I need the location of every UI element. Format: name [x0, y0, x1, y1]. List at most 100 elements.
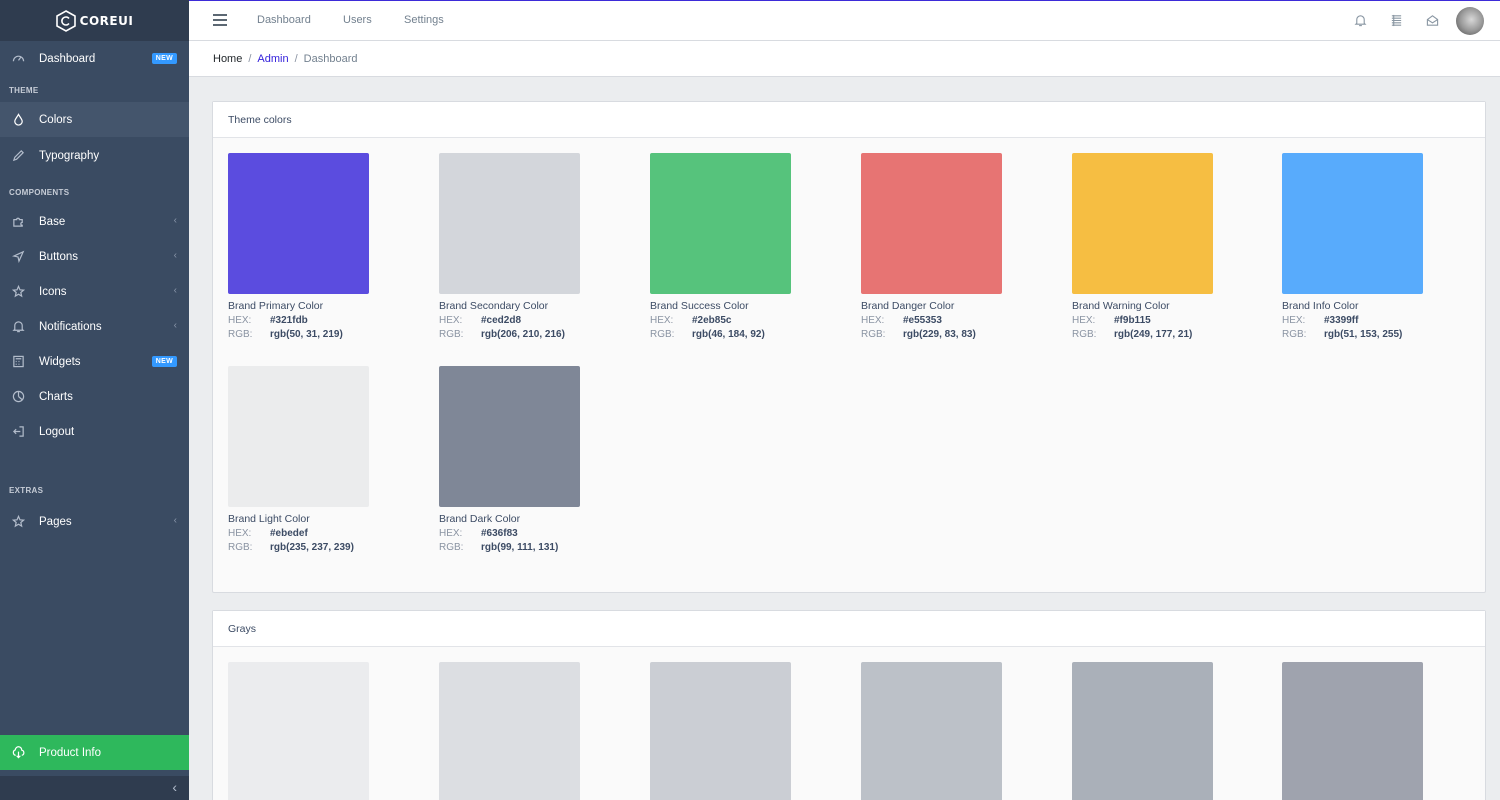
card-title-grays: Grays — [213, 611, 1485, 647]
star-icon — [11, 515, 25, 529]
sidebar-item-label: Pages — [39, 515, 72, 528]
chevron-left-icon: ‹ — [173, 250, 177, 261]
top-header: Dashboard Users Settings — [189, 0, 1500, 41]
sidebar-item-label: Charts — [39, 390, 73, 403]
header-link-settings[interactable]: Settings — [404, 14, 444, 26]
swatch-hex-row: HEX: #ced2d8 — [439, 315, 629, 326]
color-swatch — [861, 153, 1002, 294]
sidebar-item-notifications[interactable]: Notifications ‹ — [0, 309, 189, 344]
sidebar-item-logout[interactable]: Logout — [0, 414, 189, 449]
color-swatch — [439, 366, 580, 507]
swatch-hex-label: HEX: — [228, 315, 252, 326]
swatch-rgb-row: RGB: rgb(206, 210, 216) — [439, 329, 629, 340]
swatch-hex-label: HEX: — [228, 528, 252, 539]
chevron-left-icon: ‹ — [173, 215, 177, 226]
sidebar-item-base[interactable]: Base ‹ — [0, 204, 189, 239]
swatch-rgb-row: RGB: rgb(235, 237, 239) — [228, 542, 418, 553]
swatch-title: Brand Dark Color — [439, 513, 521, 525]
chevron-left-icon: ‹ — [173, 285, 177, 296]
sidebar-item-label: Notifications — [39, 320, 102, 333]
swatch-rgb-label: RGB: — [861, 329, 886, 340]
breadcrumb-admin[interactable]: Admin — [257, 53, 288, 65]
swatch-hex-value: #321fdb — [270, 315, 308, 326]
color-swatch-block: Brand Success Color HEX: #2eb85c RGB: rgb(46… — [650, 153, 840, 340]
section-title-theme: THEME — [9, 86, 39, 95]
sidebar-brand[interactable]: COREUI — [0, 0, 189, 41]
main-content: Theme colors Brand Primary Color HEX: #321… — [189, 77, 1500, 800]
gray-swatch — [1072, 662, 1213, 800]
swatch-rgb-label: RGB: — [439, 329, 464, 340]
swatch-rgb-value: rgb(99, 111, 131) — [481, 542, 559, 553]
sidebar-item-product-info[interactable]: Product Info — [0, 735, 189, 770]
sidebar-item-pages[interactable]: Pages ‹ — [0, 504, 189, 539]
new-badge: NEW — [151, 356, 177, 367]
gray-swatch — [861, 662, 1002, 800]
swatch-rgb-label: RGB: — [439, 542, 464, 553]
user-avatar[interactable] — [1456, 7, 1484, 35]
breadcrumb-home[interactable]: Home — [213, 53, 242, 65]
swatch-hex-value: #636f83 — [481, 528, 518, 539]
sidebar-item-buttons[interactable]: Buttons ‹ — [0, 239, 189, 274]
sidebar-minimizer[interactable]: ‹ — [0, 776, 189, 800]
swatch-rgb-row: RGB: rgb(50, 31, 219) — [228, 329, 418, 340]
swatch-rgb-value: rgb(50, 31, 219) — [270, 329, 343, 340]
header-link-dashboard[interactable]: Dashboard — [257, 14, 311, 26]
swatch-title: Brand Success Color — [650, 300, 749, 312]
sidebar-item-label: Base — [39, 215, 66, 228]
color-swatch-block: Brand Warning Color HEX: #f9b115 RGB: rgb(24… — [1072, 153, 1262, 340]
sidebar-item-label: Logout — [39, 425, 75, 438]
sidebar-item-widgets[interactable]: Widgets NEW — [0, 344, 189, 379]
new-badge: NEW — [151, 53, 177, 64]
breadcrumb-current: Dashboard — [303, 52, 358, 65]
header-link-users[interactable]: Users — [343, 14, 372, 26]
gray-swatch — [439, 662, 580, 800]
sidebar-toggler[interactable] — [213, 14, 227, 26]
sidebar-item-typography[interactable]: Typography — [0, 138, 189, 173]
sidebar-item-label: Typography — [39, 149, 100, 162]
bell-icon[interactable] — [1354, 14, 1368, 28]
swatch-hex-row: HEX: #e55353 — [861, 315, 1051, 326]
color-swatch-block: Brand Primary Color HEX: #321fdb RGB: rgb(50… — [228, 153, 418, 340]
swatch-title: Brand Info Color — [1282, 300, 1359, 312]
hamburger-bar — [213, 14, 227, 16]
swatch-rgb-value: rgb(206, 210, 216) — [481, 329, 565, 340]
sidebar-item-label: Dashboard — [39, 52, 96, 65]
swatch-rgb-label: RGB: — [228, 542, 253, 553]
envelope-open-icon[interactable] — [1426, 14, 1440, 28]
drop-icon — [11, 113, 25, 127]
swatch-hex-label: HEX: — [1282, 315, 1306, 326]
swatch-rgb-value: rgb(249, 177, 21) — [1114, 329, 1193, 340]
swatch-rgb-value: rgb(229, 83, 83) — [903, 329, 976, 340]
list-rich-icon[interactable] — [1390, 14, 1404, 28]
gray-swatch — [1282, 662, 1423, 800]
theme-colors-card: Theme colors Brand Primary Color HEX: #321… — [212, 101, 1486, 593]
chevron-left-icon: ‹ — [173, 515, 177, 526]
color-swatch-block: Brand Secondary Color HEX: #ced2d8 RGB: rgb(… — [439, 153, 629, 340]
chevron-left-icon: ‹ — [173, 320, 177, 331]
speedometer-icon — [11, 52, 25, 66]
sidebar-item-dashboard[interactable]: Dashboard NEW — [0, 41, 189, 76]
swatch-rgb-value: rgb(235, 237, 239) — [270, 542, 354, 553]
sidebar-item-colors[interactable]: Colors — [0, 102, 189, 137]
color-swatch-block: Brand Danger Color HEX: #e55353 RGB: rgb(229… — [861, 153, 1051, 340]
hamburger-bar — [213, 19, 227, 21]
color-swatch — [228, 153, 369, 294]
gray-swatch — [228, 662, 369, 800]
swatch-hex-row: HEX: #3399ff — [1282, 315, 1472, 326]
swatch-rgb-row: RGB: rgb(51, 153, 255) — [1282, 329, 1472, 340]
sidebar-item-label: Colors — [39, 113, 73, 126]
sidebar-item-label: Product Info — [39, 746, 102, 759]
section-title-components: COMPONENTS — [9, 188, 70, 197]
swatch-hex-value: #ced2d8 — [481, 315, 522, 326]
swatch-title: Brand Secondary Color — [439, 300, 549, 312]
sidebar-item-icons[interactable]: Icons ‹ — [0, 274, 189, 309]
star-icon — [11, 285, 25, 299]
card-title-theme-colors: Theme colors — [213, 102, 1485, 138]
color-swatch — [650, 153, 791, 294]
hamburger-bar — [213, 24, 227, 26]
sidebar-item-charts[interactable]: Charts — [0, 379, 189, 414]
breadcrumb-separator: / — [248, 52, 252, 65]
swatch-hex-row: HEX: #2eb85c — [650, 315, 840, 326]
swatch-hex-label: HEX: — [439, 315, 463, 326]
swatch-hex-row: HEX: #f9b115 — [1072, 315, 1262, 326]
